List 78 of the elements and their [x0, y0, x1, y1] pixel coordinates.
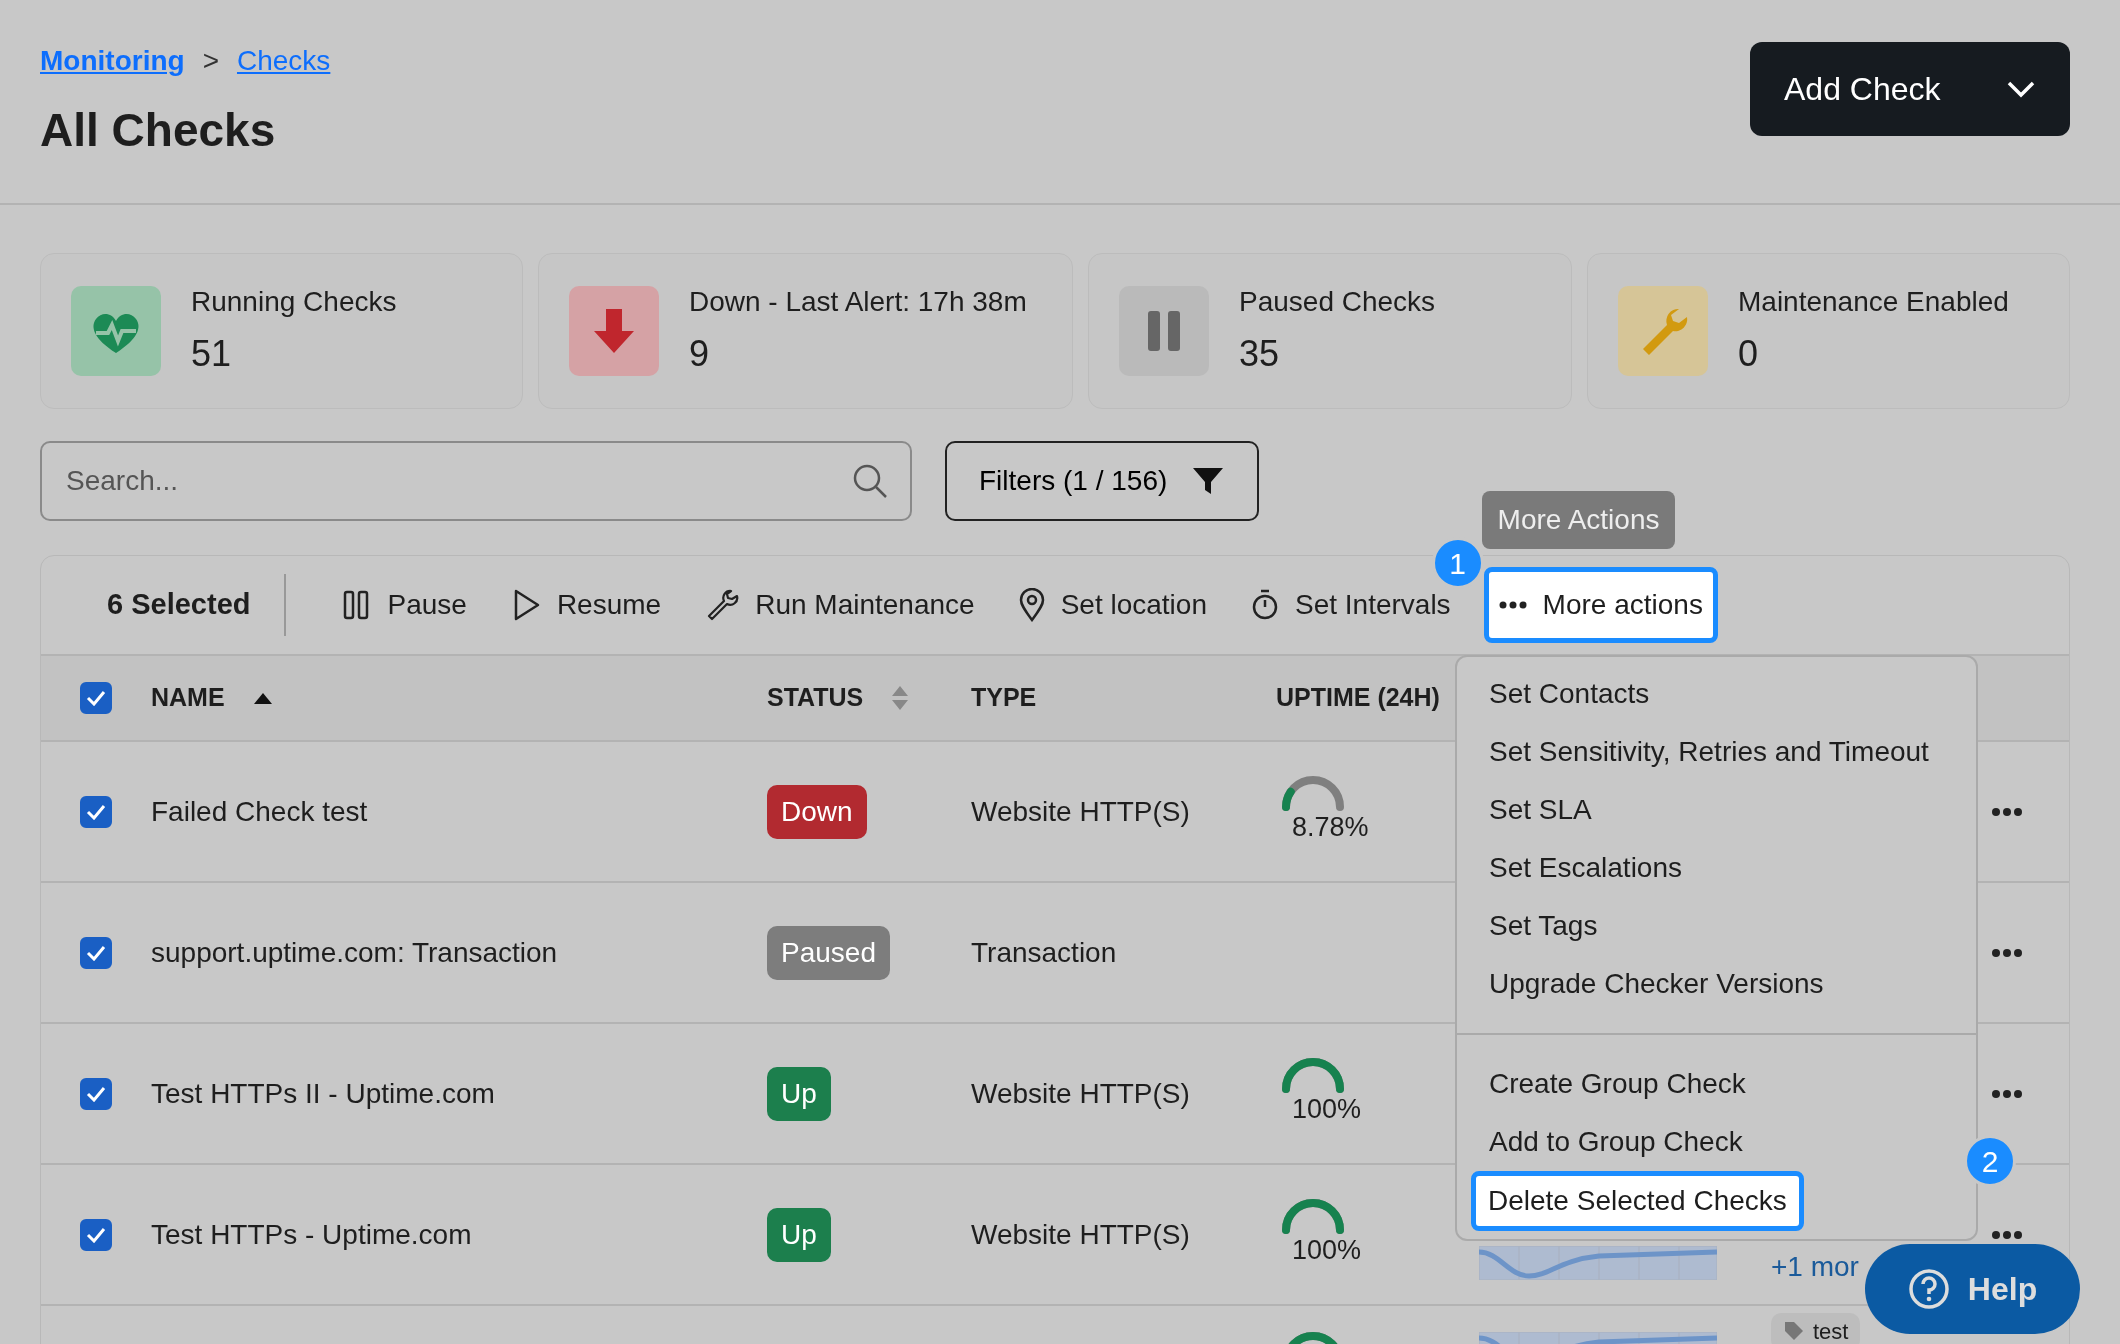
menu-item[interactable]: Set Sensitivity, Retries and Timeout	[1457, 723, 1929, 781]
checkmark-icon	[86, 1226, 106, 1243]
checkmark-icon	[86, 690, 106, 706]
check-type: Transaction	[971, 935, 1118, 970]
menu-item[interactable]: Set Tags	[1457, 897, 1598, 955]
status-badge: Up	[767, 1207, 831, 1262]
help-icon	[1907, 1268, 1950, 1310]
checkmark-icon	[86, 1085, 106, 1102]
checkmark-icon	[86, 944, 106, 961]
ellipsis-icon	[1498, 599, 1527, 611]
toolbar-button[interactable]: Set location	[1007, 570, 1218, 640]
chevron-down-icon	[2006, 79, 2036, 99]
check-name[interactable]: Failed Check test	[151, 790, 767, 833]
uptime-gauge	[1282, 1198, 1344, 1234]
column-header[interactable]: STATUS	[767, 679, 971, 717]
toolbar-button[interactable]: Run Maintenance	[694, 570, 986, 640]
toolbar-button[interactable]: Resume	[499, 570, 673, 640]
status-badge: Down	[767, 784, 867, 839]
step-number-badge: 1	[1431, 537, 1484, 589]
add-check-button[interactable]: Add Check	[1750, 42, 2070, 136]
uptime-value: 100%	[1292, 1233, 1362, 1267]
stat-label: Down - Last Alert: 17h 38m	[689, 285, 1027, 319]
tooltip: More Actions	[1481, 491, 1676, 549]
menu-item[interactable]: Set Contacts	[1457, 665, 1650, 723]
tag-chip: test	[1771, 1312, 1861, 1344]
search-icon	[852, 463, 888, 499]
check-type: Website HTTP(S)	[971, 1076, 1191, 1111]
row-checkbox[interactable]	[80, 795, 112, 828]
check-name[interactable]: support.uptime.com: Transaction	[151, 931, 767, 974]
tag-icon	[1783, 1320, 1805, 1342]
check-name[interactable]: Test HTTPs - Uptime.com	[151, 1213, 767, 1256]
row-checkbox[interactable]	[80, 1077, 112, 1110]
menu-item[interactable]: Set SLA	[1457, 781, 1592, 839]
stopwatch-icon	[1250, 588, 1279, 622]
selected-count: 6 Selected	[107, 574, 287, 636]
row-menu-icon	[1991, 1229, 2023, 1240]
menu-item[interactable]: Upgrade Checker Versions	[1457, 955, 1824, 1013]
funnel-icon	[1191, 466, 1226, 496]
column-header[interactable]: NAME	[151, 679, 767, 717]
row-checkbox[interactable]	[80, 936, 112, 969]
help-button[interactable]: Help	[1865, 1244, 2080, 1334]
row-menu-icon	[1991, 947, 2023, 958]
stat-label: Running Checks	[191, 285, 397, 319]
uptime-value: 100%	[1292, 1092, 1362, 1126]
more-tags-link[interactable]: +1 mor	[1771, 1251, 1859, 1282]
toolbar-button[interactable]: More actions	[1483, 567, 1718, 643]
select-all-checkbox[interactable]	[80, 682, 112, 714]
menu-item[interactable]: Delete Selected Checks	[1471, 1171, 1804, 1231]
menu-item[interactable]: Create Group Check	[1457, 1055, 1746, 1113]
check-type: Website HTTP(S)	[971, 794, 1191, 829]
stat-value: 51	[191, 332, 233, 376]
menu-item[interactable]: Set Escalations	[1457, 839, 1682, 897]
uptime-value: 8.78%	[1292, 810, 1369, 844]
row-menu-icon	[1991, 806, 2023, 817]
filters-button[interactable]: Filters (1 / 156)	[945, 441, 1260, 521]
stat-value: 0	[1738, 332, 1760, 376]
stat-label: Maintenance Enabled	[1738, 285, 2009, 319]
checkmark-icon	[86, 803, 106, 820]
row-checkbox[interactable]	[80, 1218, 112, 1251]
wrench-icon	[705, 588, 740, 622]
breadcrumb-separator: >	[202, 44, 219, 78]
column-header[interactable]: TYPE	[971, 679, 1276, 717]
row-menu-icon	[1991, 1088, 2023, 1099]
status-badge: Paused	[767, 925, 890, 980]
page-title: All Checks	[40, 103, 277, 158]
stat-value: 9	[689, 332, 711, 376]
menu-item[interactable]: Add to Group Check	[1457, 1113, 1743, 1171]
check-type: Website HTTP(S)	[971, 1217, 1191, 1252]
uptime-gauge	[1282, 1057, 1344, 1093]
stat-value: 35	[1239, 332, 1281, 376]
step-number-badge: 2	[1964, 1135, 2016, 1187]
toolbar-button[interactable]: Pause	[330, 570, 478, 640]
status-badge: Up	[767, 1066, 831, 1121]
map-pin-icon	[1018, 588, 1045, 622]
check-name[interactable]: Test HTTPs II - Uptime.com	[151, 1072, 767, 1115]
search-field[interactable]: Search...	[40, 441, 912, 521]
stat-label: Paused Checks	[1239, 285, 1436, 319]
uptime-gauge	[1282, 775, 1344, 811]
